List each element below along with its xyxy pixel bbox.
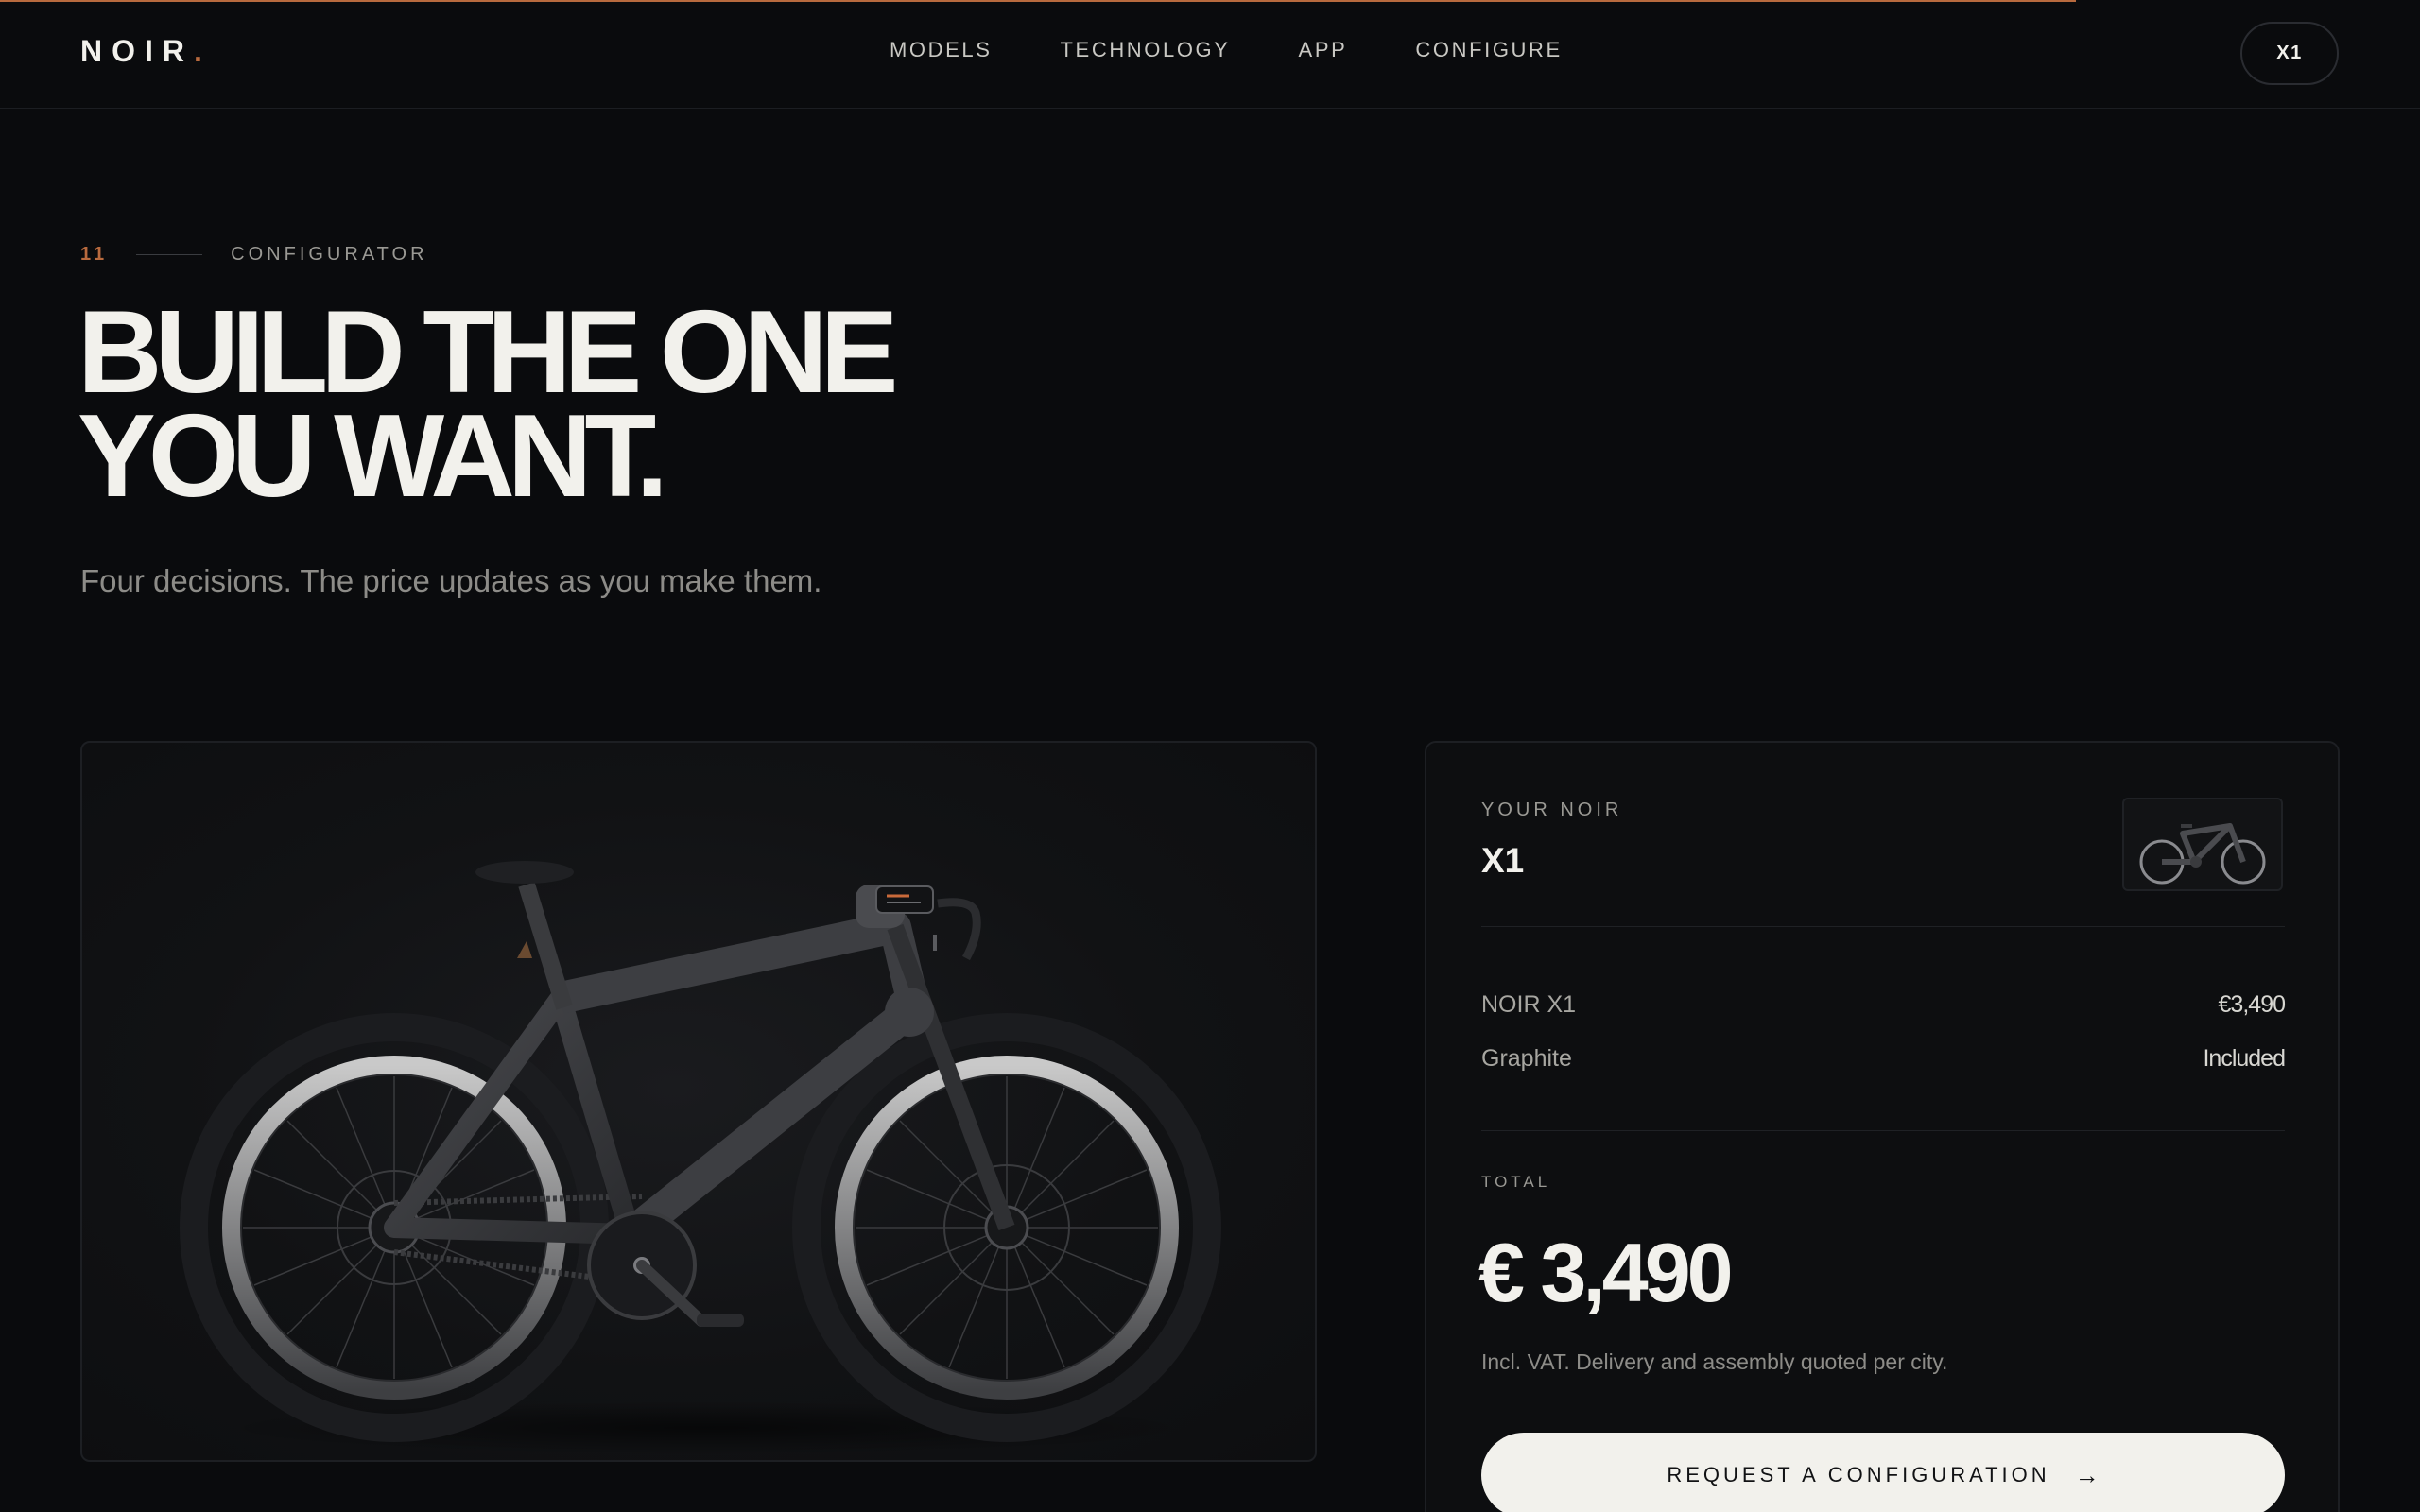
section-rule bbox=[136, 254, 203, 255]
cta-label: REQUEST A CONFIGURATION bbox=[1667, 1463, 2050, 1486]
main-nav: MODELS TECHNOLOGY APP CONFIGURE bbox=[890, 38, 1563, 62]
line-item-model: NOIR X1 €3,490 bbox=[1481, 991, 2286, 1019]
line-item-price: €3,490 bbox=[2218, 991, 2286, 1018]
nav-link-models[interactable]: MODELS bbox=[890, 38, 993, 62]
nav-link-app[interactable]: APP bbox=[1299, 38, 1348, 62]
logo[interactable]: NOIR. bbox=[80, 34, 212, 69]
total-note: Incl. VAT. Delivery and assembly quoted … bbox=[1481, 1349, 1948, 1374]
section-label: CONFIGURATOR bbox=[231, 244, 428, 265]
line-item-name: Graphite bbox=[1481, 1045, 1572, 1072]
bike-preview-panel bbox=[80, 741, 1317, 1462]
bicycle-thumbnail-icon bbox=[2139, 823, 2266, 885]
line-item-name: NOIR X1 bbox=[1481, 991, 1577, 1018]
arrow-right-icon: → bbox=[2074, 1460, 2100, 1489]
line-item-price: Included bbox=[2203, 1045, 2286, 1072]
bicycle-illustration bbox=[180, 861, 1221, 1454]
model-select-pill[interactable]: X1 bbox=[2240, 22, 2339, 85]
line-item-color: Graphite Included bbox=[1481, 1045, 2286, 1073]
nav-link-technology[interactable]: TECHNOLOGY bbox=[1061, 38, 1231, 62]
section-meta: 11 CONFIGURATOR bbox=[80, 244, 428, 266]
total-label: TOTAL bbox=[1481, 1173, 1551, 1191]
page-subtitle: Four decisions. The price updates as you… bbox=[80, 563, 822, 598]
summary-kicker: YOUR NOIR bbox=[1481, 799, 1623, 820]
summary-divider bbox=[1481, 1130, 2285, 1131]
section-number: 11 bbox=[80, 244, 109, 265]
title-line-2: YOU WANT. bbox=[78, 391, 668, 522]
summary-divider bbox=[1481, 926, 2285, 927]
page-title: BUILD THE ONE YOU WANT. bbox=[78, 294, 1117, 515]
total-price: € 3,490 bbox=[1478, 1226, 1734, 1319]
bicycle-thumbnail bbox=[2122, 798, 2283, 891]
summary-model-name: X1 bbox=[1481, 841, 1525, 880]
request-configuration-button[interactable]: REQUEST A CONFIGURATION → bbox=[1481, 1433, 2285, 1512]
configuration-summary-card: YOUR NOIR X1 NOIR X1 €3,490 Graphite Inc… bbox=[1425, 741, 2340, 1512]
site-header: NOIR. MODELS TECHNOLOGY APP CONFIGURE X1 bbox=[0, 0, 2420, 109]
nav-link-configure[interactable]: CONFIGURE bbox=[1415, 38, 1562, 62]
